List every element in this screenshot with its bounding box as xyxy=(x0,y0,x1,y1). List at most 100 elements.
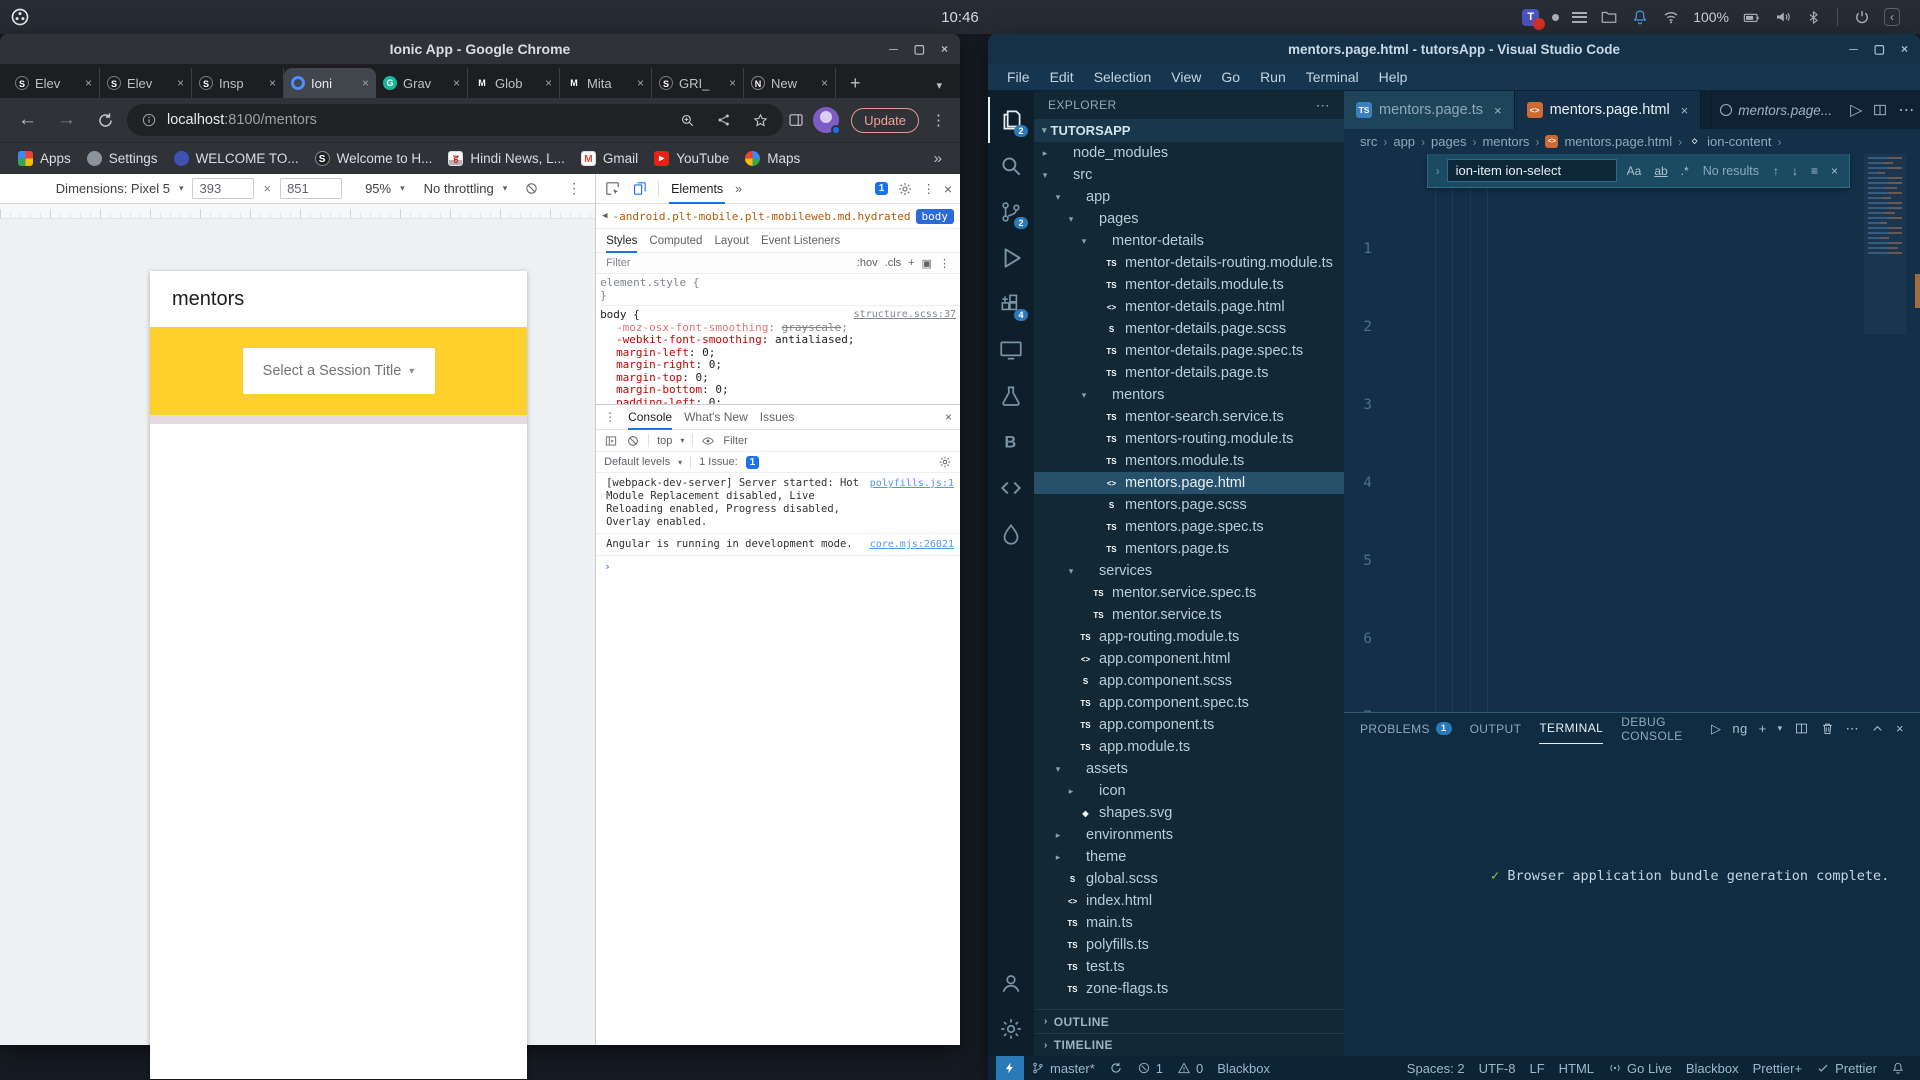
device-height-input[interactable]: 851 xyxy=(280,178,342,199)
breadcrumb-item[interactable]: ◇ ion-content › xyxy=(1688,134,1781,149)
tree-item[interactable]: ▾ mentors xyxy=(1034,384,1344,406)
run-file-icon[interactable]: ▷ xyxy=(1850,100,1862,120)
new-tab-button[interactable]: + xyxy=(836,73,875,98)
find-input[interactable]: ion-item ion-select xyxy=(1447,159,1617,182)
issues-badge[interactable]: 1 xyxy=(875,182,889,195)
activity-icon[interactable] xyxy=(988,1006,1034,1052)
panel-tab[interactable]: DEBUG CONSOLE xyxy=(1621,713,1693,744)
aux-editor-tab[interactable]: mentors.page... xyxy=(1711,91,1840,129)
console-filter-input[interactable]: Filter xyxy=(723,435,747,447)
menu-item[interactable]: Edit xyxy=(1041,67,1083,87)
status-item[interactable]: Spaces: 2 xyxy=(1400,1056,1472,1080)
forward-button[interactable]: → xyxy=(49,109,84,131)
share-icon[interactable] xyxy=(716,112,732,128)
tree-item[interactable]: ▸ environments xyxy=(1034,824,1344,846)
console-sidebar-icon[interactable] xyxy=(604,434,618,448)
reload-button[interactable] xyxy=(96,111,115,130)
breadcrumb-item[interactable]: app › xyxy=(1393,134,1425,149)
browser-tab[interactable]: N New × xyxy=(744,68,836,98)
tab-elements[interactable]: Elements xyxy=(669,174,725,204)
element-classes[interactable]: -android.plt-mobile.plt-mobileweb.md.hyd… xyxy=(612,210,910,223)
status-item[interactable] xyxy=(1102,1056,1130,1080)
activity-icon[interactable]: 2 xyxy=(988,189,1034,235)
device-dimensions-select[interactable]: Dimensions: Pixel 5 xyxy=(56,181,170,196)
tree-item[interactable]: TS mentor-details.page.spec.ts xyxy=(1034,340,1344,362)
new-terminal-icon[interactable]: + xyxy=(1759,721,1767,736)
console-message[interactable]: Angular is running in development mode. … xyxy=(596,534,960,556)
browser-tab[interactable]: G Grav × xyxy=(376,68,468,98)
maximize-button[interactable]: ▢ xyxy=(1874,42,1885,56)
status-item[interactable] xyxy=(1884,1056,1912,1080)
tree-item[interactable]: ▾ app xyxy=(1034,186,1344,208)
code-editor[interactable]: 1 <ion-header [translucent]="true"> 2 xyxy=(1344,154,1920,712)
device-zoom-select[interactable]: 95% xyxy=(365,181,391,196)
devtools-settings-icon[interactable] xyxy=(897,181,913,197)
bookmark-item[interactable]: M Gmail xyxy=(573,148,646,169)
split-editor-icon[interactable] xyxy=(1872,102,1888,118)
panel-tab[interactable]: PROBLEMS 1 xyxy=(1360,713,1452,744)
code-line[interactable]: 4 </ion-toolbar> xyxy=(1344,474,1864,494)
tree-item[interactable]: TS mentors.page.spec.ts xyxy=(1034,516,1344,538)
status-item[interactable]: Blackbox xyxy=(1210,1056,1277,1080)
activity-icon[interactable] xyxy=(988,960,1034,1006)
tree-item[interactable]: ▾ pages xyxy=(1034,208,1344,230)
find-prev-icon[interactable]: ↑ xyxy=(1770,163,1782,179)
tree-item[interactable]: TS mentor-details.page.ts xyxy=(1034,362,1344,384)
panel-tab[interactable]: OUTPUT xyxy=(1470,713,1522,744)
menu-item[interactable]: File xyxy=(998,67,1039,87)
breadcrumb-item[interactable]: pages › xyxy=(1431,134,1476,149)
back-button[interactable]: ← xyxy=(10,109,45,131)
browser-tab[interactable]: Ioni × xyxy=(284,68,376,98)
status-item[interactable]: Prettier+ xyxy=(1746,1056,1810,1080)
editor-tab[interactable]: TS mentors.page.ts × xyxy=(1344,91,1515,129)
tree-item[interactable]: TS main.ts xyxy=(1034,912,1344,934)
tab-close-icon[interactable]: × xyxy=(269,76,276,90)
zoom-icon[interactable] xyxy=(679,112,696,129)
find-in-selection-icon[interactable]: ≡ xyxy=(1808,163,1821,179)
timeline-section[interactable]: › TIMELINE xyxy=(1034,1033,1344,1056)
menu-item[interactable]: Help xyxy=(1370,67,1417,87)
status-item[interactable]: Go Live xyxy=(1601,1056,1679,1080)
site-info-icon[interactable] xyxy=(141,112,157,128)
code-line[interactable]: 3 <ion-title>mentors</ion-title> xyxy=(1344,396,1864,416)
tree-item[interactable]: <> app.component.html xyxy=(1034,648,1344,670)
code-line[interactable]: 2 <ion-toolbar> xyxy=(1344,318,1864,338)
activity-icon[interactable] xyxy=(988,373,1034,419)
bookmark-item[interactable]: Apps xyxy=(10,148,79,169)
status-item[interactable]: master* xyxy=(1024,1056,1102,1080)
tree-item[interactable]: <> mentors.page.html xyxy=(1034,472,1344,494)
workspace-root-row[interactable]: ▾ TUTORSAPP xyxy=(1034,119,1344,142)
tree-item[interactable]: TS zone-flags.ts xyxy=(1034,978,1344,1000)
close-button[interactable]: × xyxy=(1901,42,1908,56)
status-item[interactable]: LF xyxy=(1522,1056,1551,1080)
status-item[interactable]: HTML xyxy=(1552,1056,1601,1080)
activity-icon[interactable] xyxy=(988,327,1034,373)
source-link[interactable]: polyfills.js:1 xyxy=(870,477,954,529)
tree-item[interactable]: TS test.ts xyxy=(1034,956,1344,978)
activity-icon[interactable]: 4 xyxy=(988,281,1034,327)
devtools-close-icon[interactable]: × xyxy=(944,181,952,197)
tree-item[interactable]: TS mentors.page.ts xyxy=(1034,538,1344,560)
cls-toggle[interactable]: .cls xyxy=(885,257,902,270)
tab-close-icon[interactable]: × xyxy=(545,76,552,90)
tab-computed[interactable]: Computed xyxy=(649,235,702,247)
bookmark-item[interactable]: ▸ YouTube xyxy=(646,148,737,169)
console-tab[interactable]: Console xyxy=(628,405,672,430)
styles-filter-input[interactable]: Filter xyxy=(606,257,630,269)
selected-element-badge[interactable]: body xyxy=(916,209,955,224)
tree-item[interactable]: TS mentor.service.ts xyxy=(1034,604,1344,626)
code-line[interactable]: 1 <ion-header [translucent]="true"> xyxy=(1344,240,1864,260)
bookmarks-overflow-icon[interactable]: » xyxy=(934,150,950,167)
css-property[interactable]: padding-left: 0; xyxy=(600,397,960,405)
tab-close-icon[interactable]: × xyxy=(729,76,736,90)
activity-icon[interactable]: 2 xyxy=(988,97,1034,143)
new-rule-icon[interactable]: + xyxy=(908,257,914,270)
status-item[interactable]: Prettier xyxy=(1809,1056,1884,1080)
tree-item[interactable]: ▸ icon xyxy=(1034,780,1344,802)
element-style-rule[interactable]: element.style { xyxy=(600,276,699,289)
minimize-button[interactable]: ─ xyxy=(1849,42,1858,56)
tree-item[interactable]: TS polyfills.ts xyxy=(1034,934,1344,956)
tab-search-icon[interactable]: ▾ xyxy=(918,79,960,98)
tree-item[interactable]: <> mentor-details.page.html xyxy=(1034,296,1344,318)
stylesheet-link[interactable]: structure.scss:37 xyxy=(854,309,956,322)
